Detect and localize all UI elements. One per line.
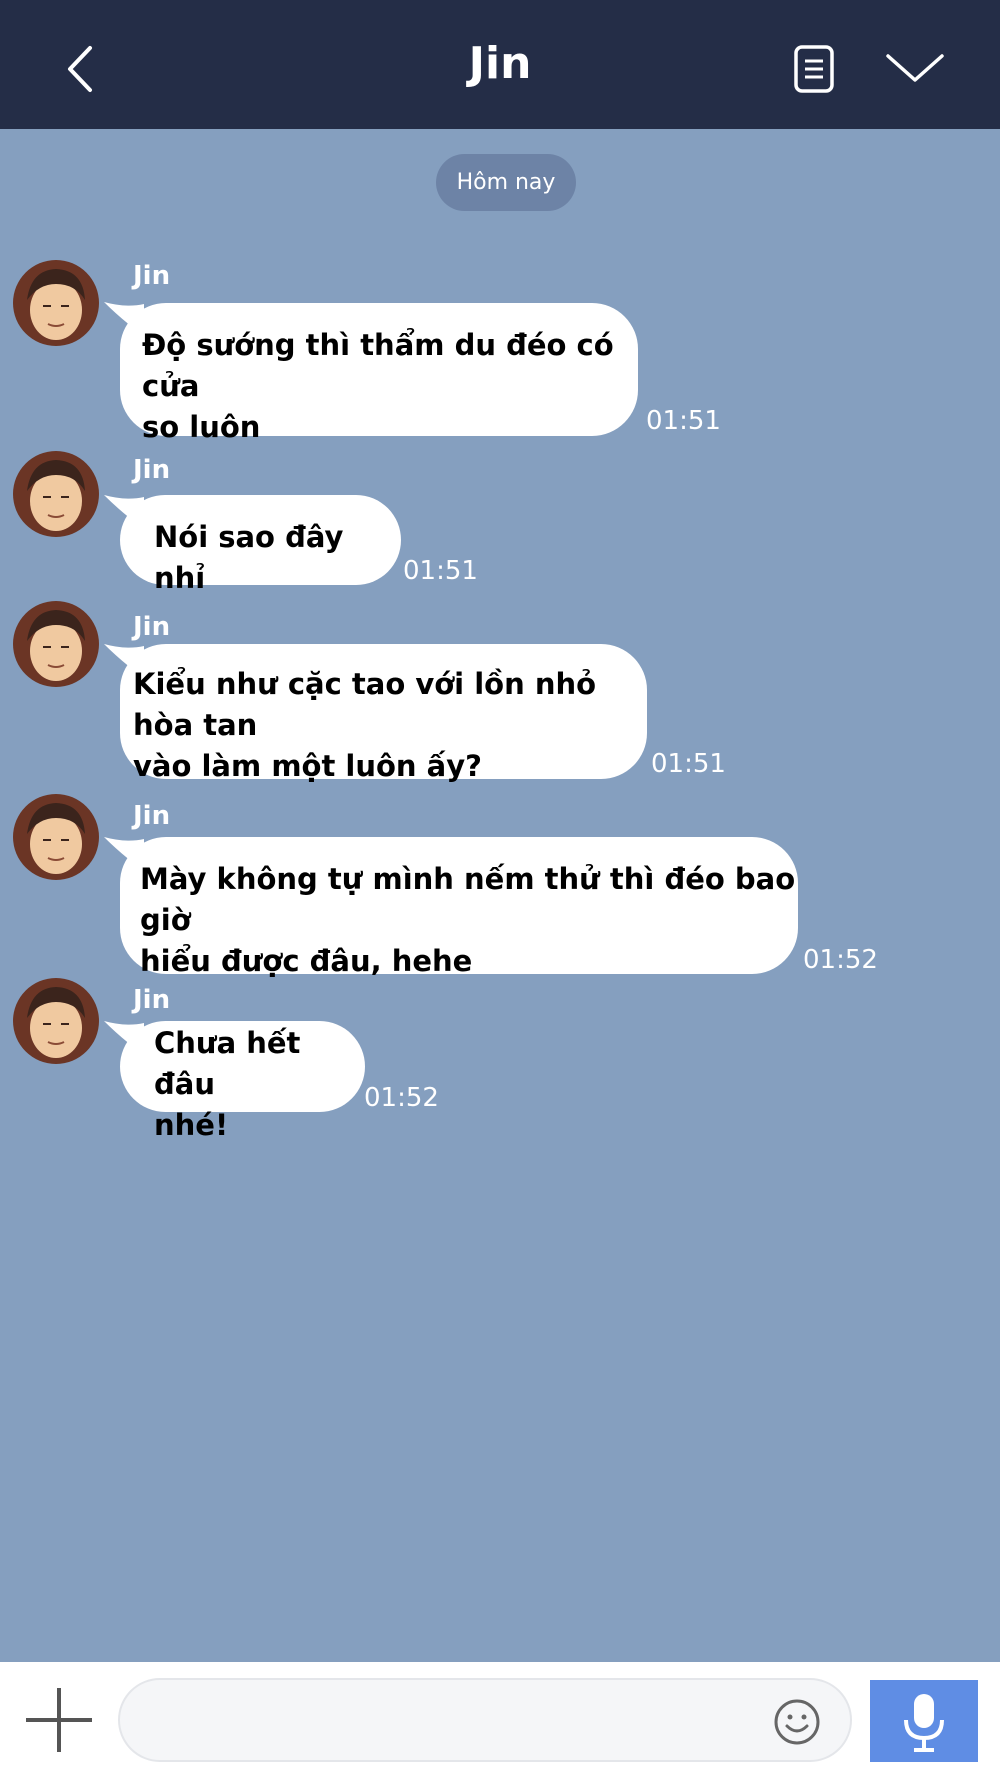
sender-name: Jin	[133, 612, 171, 642]
message-bubble[interactable]: Mày không tự mình nếm thử thì đéo bao gi…	[120, 837, 798, 978]
message-line: Chưa hết đâu	[154, 1026, 301, 1101]
message-time: 01:51	[646, 406, 721, 436]
chat-title: Jin	[468, 38, 532, 89]
message-line: nhé!	[154, 1108, 229, 1142]
message-time: 01:51	[651, 749, 726, 779]
message-time: 01:51	[403, 556, 478, 586]
sender-name: Jin	[133, 985, 171, 1015]
notes-icon[interactable]	[792, 44, 838, 94]
message-line: hiểu được đâu, hehe	[140, 944, 473, 978]
message-time: 01:52	[364, 1083, 439, 1113]
sender-name: Jin	[133, 261, 171, 291]
avatar[interactable]	[13, 260, 99, 346]
message-bubble[interactable]: Nói sao đây nhỉ	[120, 495, 401, 595]
avatar[interactable]	[13, 451, 99, 537]
message-line: Kiểu như cặc tao với lồn nhỏ hòa tan	[133, 667, 597, 742]
message-bubble[interactable]: Chưa hết đâu nhé!	[120, 1021, 365, 1142]
date-separator: Hôm nay	[436, 154, 576, 211]
message-line: Độ sướng thì thẩm du đéo có cửa	[142, 328, 614, 403]
avatar[interactable]	[13, 601, 99, 687]
message-line: Mày không tự mình nếm thử thì đéo bao gi…	[140, 862, 796, 937]
sender-name: Jin	[133, 455, 171, 485]
chat-header: Jin	[0, 0, 1000, 129]
message-bubble[interactable]: Kiểu như cặc tao với lồn nhỏ hòa tan vào…	[120, 644, 647, 783]
avatar[interactable]	[13, 794, 99, 880]
input-bar	[0, 1662, 1000, 1778]
plus-icon[interactable]	[24, 1684, 94, 1756]
chevron-down-icon[interactable]	[884, 48, 946, 88]
message-line: so luôn	[142, 410, 261, 444]
emoji-icon[interactable]	[773, 1698, 821, 1746]
voice-message-button[interactable]	[870, 1680, 978, 1762]
avatar[interactable]	[13, 978, 99, 1064]
sender-name: Jin	[133, 801, 171, 831]
message-input[interactable]	[118, 1678, 852, 1762]
message-line: vào làm một luôn ấy?	[133, 749, 482, 783]
microphone-icon	[904, 1694, 944, 1752]
message-time: 01:52	[803, 945, 878, 975]
message-bubble[interactable]: Độ sướng thì thẩm du đéo có cửa so luôn	[120, 303, 638, 444]
message-line: Nói sao đây nhỉ	[154, 520, 344, 595]
